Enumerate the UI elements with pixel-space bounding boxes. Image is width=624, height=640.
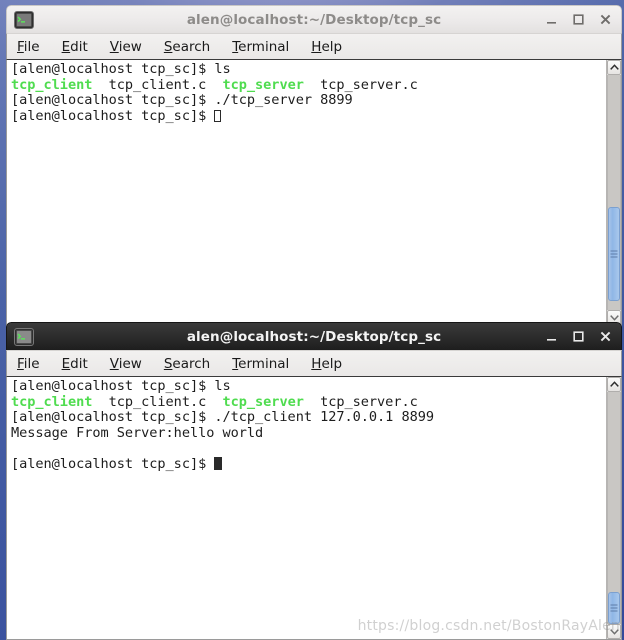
terminal-line: Message From Server:hello world — [11, 424, 606, 442]
menu-item-search[interactable]: Search — [164, 356, 210, 372]
terminal-text: [alen@localhost tcp_sc]$ ./tcp_client 12… — [11, 409, 434, 426]
terminal-screen-server[interactable]: [alen@localhost tcp_sc]$ ls tcp_client tc… — [7, 60, 606, 325]
menu-item-edit[interactable]: Edit — [62, 39, 88, 55]
terminal-text: tcp_server.c — [303, 393, 418, 410]
terminal-text: [alen@localhost tcp_sc]$ ./tcp_server 88… — [11, 92, 353, 109]
menubar-client[interactable]: File Edit View Search Terminal Help — [6, 350, 622, 376]
terminal-text: tcp_server — [222, 393, 304, 410]
scrollbar-grip-icon — [610, 604, 618, 612]
close-icon[interactable] — [599, 13, 612, 26]
scrollbar-track-server[interactable] — [607, 75, 621, 310]
menu-item-file[interactable]: File — [17, 39, 40, 55]
menu-item-terminal[interactable]: Terminal — [232, 356, 289, 372]
terminal-text: [alen@localhost tcp_sc]$ ls — [11, 378, 231, 394]
maximize-icon[interactable] — [572, 330, 585, 343]
scroll-up-icon[interactable] — [607, 377, 621, 392]
minimize-icon[interactable] — [545, 330, 558, 343]
scroll-up-icon[interactable] — [607, 60, 621, 75]
minimize-icon[interactable] — [545, 13, 558, 26]
menu-item-edit[interactable]: Edit — [62, 356, 88, 372]
window-controls-server[interactable] — [545, 6, 612, 33]
terminal-icon — [14, 10, 34, 29]
menu-item-help[interactable]: Help — [311, 356, 342, 372]
menu-item-file[interactable]: File — [17, 356, 40, 372]
terminal-screen-client[interactable]: [alen@localhost tcp_sc]$ ls tcp_client tc… — [7, 377, 606, 639]
titlebar-client[interactable]: alen@localhost:~/Desktop/tcp_sc — [6, 322, 622, 350]
scrollbar-client[interactable] — [606, 377, 621, 639]
scrollbar-thumb-server[interactable] — [608, 206, 620, 301]
menu-item-search[interactable]: Search — [164, 39, 210, 55]
titlebar-server[interactable]: alen@localhost:~/Desktop/tcp_sc — [6, 5, 622, 33]
close-icon[interactable] — [599, 330, 612, 343]
terminal-line: tcp_client tcp_client.c tcp_server tcp_s… — [11, 76, 606, 94]
terminal-text: [alen@localhost tcp_sc]$ ls — [11, 61, 231, 77]
scroll-down-icon[interactable] — [607, 624, 621, 639]
terminal-window-server[interactable]: alen@localhost:~/Desktop/tcp_sc File Edi… — [6, 5, 622, 326]
terminal-cursor — [214, 456, 223, 470]
maximize-icon[interactable] — [572, 13, 585, 26]
scrollbar-thumb-client[interactable] — [608, 591, 620, 624]
terminal-icon — [14, 327, 34, 346]
window-controls-client[interactable] — [545, 323, 612, 350]
menubar-server[interactable]: File Edit View Search Terminal Help — [6, 33, 622, 59]
menu-item-view[interactable]: View — [110, 39, 142, 55]
window-title-client: alen@localhost:~/Desktop/tcp_sc — [186, 328, 442, 345]
terminal-text: tcp_client.c — [92, 393, 223, 410]
terminal-text: tcp_client.c — [92, 76, 223, 93]
menu-item-view[interactable]: View — [110, 356, 142, 372]
window-title-server: alen@localhost:~/Desktop/tcp_sc — [186, 11, 442, 28]
scrollbar-track-client[interactable] — [607, 392, 621, 624]
terminal-text: [alen@localhost tcp_sc]$ — [11, 107, 215, 124]
terminal-line: [alen@localhost tcp_sc]$ ls — [11, 61, 606, 78]
terminal-line: [alen@localhost tcp_sc]$ ./tcp_client 12… — [11, 409, 606, 426]
scrollbar-server[interactable] — [606, 60, 621, 325]
terminal-text: [alen@localhost tcp_sc]$ — [11, 455, 215, 472]
menu-item-help[interactable]: Help — [311, 39, 342, 55]
terminal-line: [alen@localhost tcp_sc]$ ls — [11, 378, 606, 395]
terminal-line: [alen@localhost tcp_sc]$ — [11, 455, 606, 473]
terminal-text: Message From Server:hello world — [11, 424, 264, 441]
terminal-line: [alen@localhost tcp_sc]$ — [11, 107, 606, 125]
terminal-body-client: [alen@localhost tcp_sc]$ ls tcp_client tc… — [6, 376, 622, 640]
terminal-text: tcp_client — [11, 393, 93, 410]
terminal-text: tcp_server — [222, 76, 304, 93]
terminal-window-client[interactable]: alen@localhost:~/Desktop/tcp_sc File Edi… — [6, 322, 622, 640]
terminal-line: [alen@localhost tcp_sc]$ ./tcp_server 88… — [11, 92, 606, 109]
terminal-line: tcp_client tcp_client.c tcp_server tcp_s… — [11, 393, 606, 411]
terminal-body-server: [alen@localhost tcp_sc]$ ls tcp_client tc… — [6, 59, 622, 326]
scrollbar-grip-icon — [610, 250, 618, 258]
menu-item-terminal[interactable]: Terminal — [232, 39, 289, 55]
terminal-text: tcp_client — [11, 76, 93, 93]
terminal-cursor — [214, 109, 222, 122]
terminal-text: tcp_server.c — [303, 76, 418, 93]
